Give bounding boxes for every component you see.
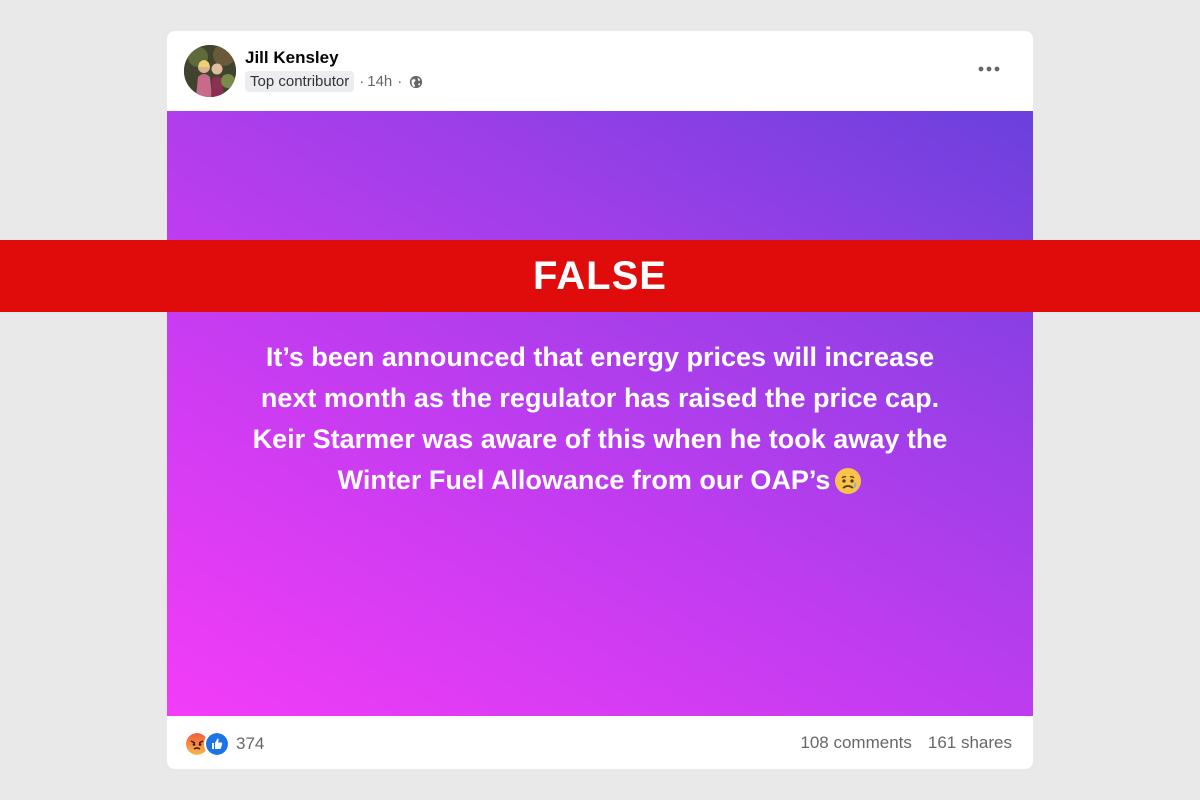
false-rating-banner: FALSE bbox=[0, 240, 1200, 312]
post-header: Jill Kensley Top contributor · 14h · bbox=[167, 31, 1033, 111]
false-rating-label: FALSE bbox=[533, 253, 667, 298]
top-contributor-badge[interactable]: Top contributor bbox=[245, 71, 355, 92]
meta-separator: · bbox=[359, 73, 365, 90]
facebook-post-card: Jill Kensley Top contributor · 14h · It’… bbox=[167, 31, 1033, 769]
post-line-2: next month as the regulator has raised t… bbox=[260, 383, 940, 413]
avatar[interactable] bbox=[184, 45, 236, 97]
post-line-1: It’s been announced that energy prices w… bbox=[265, 342, 935, 372]
more-options-icon[interactable] bbox=[975, 57, 1003, 81]
post-footer: 374 108 comments 161 shares bbox=[167, 716, 1033, 769]
post-background: It’s been announced that energy prices w… bbox=[167, 111, 1033, 716]
comments-count[interactable]: 108 comments bbox=[800, 733, 912, 753]
reaction-summary[interactable]: 374 bbox=[184, 731, 264, 757]
sad-relieved-face-emoji bbox=[835, 468, 862, 494]
post-line-4-wrap: Winter Fuel Allowance from our OAP’s bbox=[187, 460, 1013, 501]
globe-icon bbox=[410, 75, 423, 88]
post-stats: 108 comments 161 shares bbox=[800, 733, 1012, 753]
post-body-text: It’s been announced that energy prices w… bbox=[187, 337, 1013, 501]
fact-check-image: Jill Kensley Top contributor · 14h · It’… bbox=[0, 0, 1200, 800]
post-line-4: Winter Fuel Allowance from our OAP’s bbox=[337, 465, 831, 495]
like-reaction-icon bbox=[204, 731, 230, 757]
author-name[interactable]: Jill Kensley bbox=[245, 48, 339, 68]
post-meta: Top contributor · 14h · bbox=[245, 71, 423, 92]
meta-separator-2: · bbox=[397, 73, 403, 90]
reaction-count: 374 bbox=[236, 734, 265, 753]
post-time[interactable]: 14h bbox=[367, 73, 392, 90]
shares-count[interactable]: 161 shares bbox=[928, 733, 1012, 753]
post-line-3: Keir Starmer was aware of this when he t… bbox=[252, 424, 948, 454]
